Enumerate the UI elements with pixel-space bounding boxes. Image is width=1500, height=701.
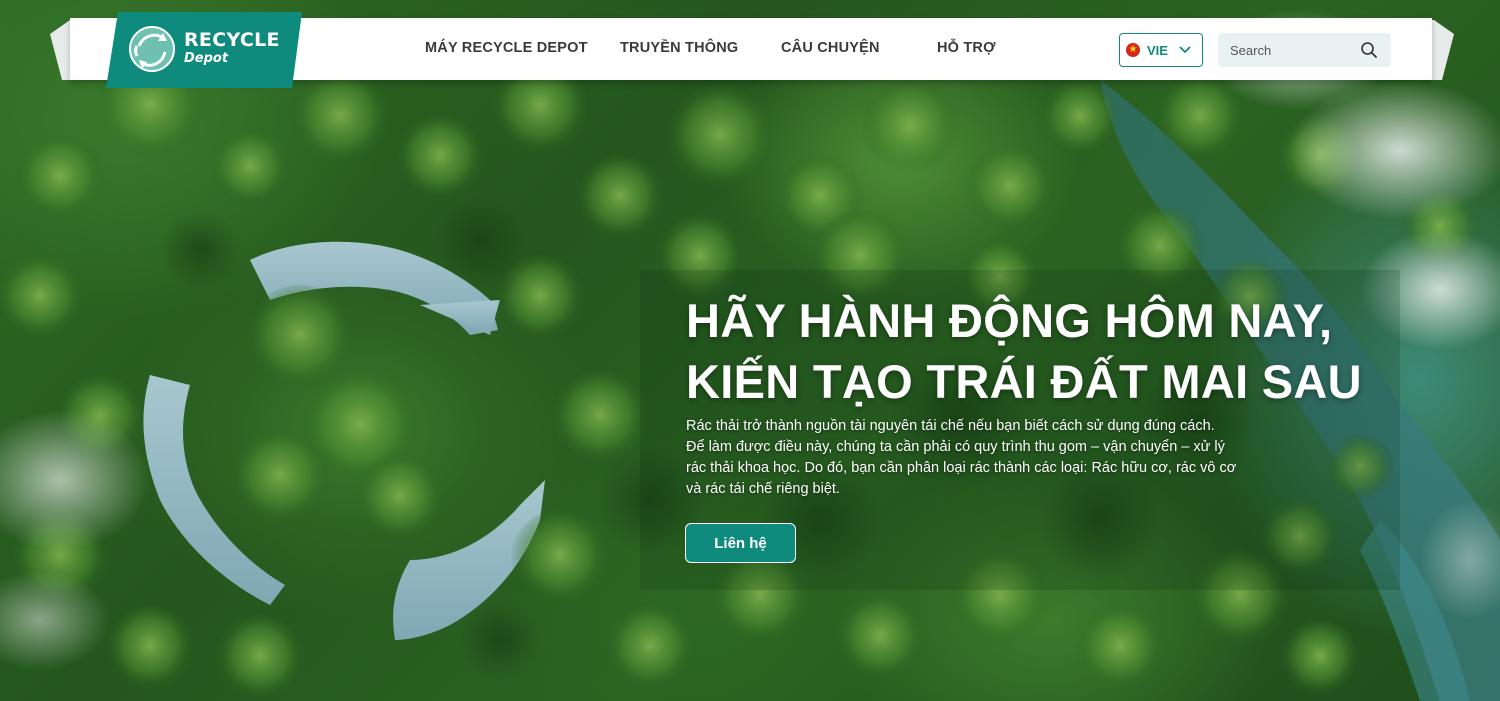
chevron-down-icon — [1179, 46, 1191, 54]
hero-description-line-1: Rác thải trở thành nguồn tài nguyên tái … — [686, 418, 1215, 434]
hero-headline-line-2: KIẾN TẠO TRÁI ĐẤT MAI SAU — [686, 355, 1362, 408]
hero-headline-line-1: HÃY HÀNH ĐỘNG HÔM NAY, — [686, 294, 1333, 347]
hero-description-line-4: và rác tái chế riêng biệt. — [686, 481, 840, 497]
nav-item-cau-chuyen[interactable]: CÂU CHUYỆN — [781, 40, 880, 56]
nav-item-truyen-thong[interactable]: TRUYỀN THÔNG — [620, 40, 738, 56]
language-selector[interactable]: ★ VIE — [1119, 33, 1203, 67]
nav-item-ho-tro[interactable]: HỖ TRỢ — [937, 40, 996, 56]
recycle-globe-icon — [129, 26, 175, 72]
site-header: RECYCLE Depot MÁY RECYCLE DEPOT TRUYỀN T… — [0, 0, 1500, 100]
hero-description-line-2: Để làm được điều này, chúng ta cần phải … — [686, 439, 1225, 455]
hero-description: Rác thải trở thành nguồn tài nguyên tái … — [686, 416, 1256, 500]
vietnam-flag-icon: ★ — [1126, 43, 1140, 57]
logo-subtitle: Depot — [184, 51, 229, 66]
hero-description-line-3: rác thải khoa học. Do đó, bạn cần phân l… — [686, 460, 1237, 476]
logo-title: RECYCLE — [184, 29, 280, 51]
hero-headline: HÃY HÀNH ĐỘNG HÔM NAY, KIẾN TẠO TRÁI ĐẤT… — [686, 290, 1362, 412]
search-input[interactable] — [1230, 41, 1355, 59]
logo-text[interactable]: RECYCLE Depot — [184, 30, 280, 67]
nav-item-may-recycle-depot[interactable]: MÁY RECYCLE DEPOT — [425, 40, 588, 56]
search-icon[interactable] — [1360, 41, 1378, 59]
language-code: VIE — [1147, 42, 1168, 58]
contact-button[interactable]: Liên hệ — [685, 523, 796, 563]
